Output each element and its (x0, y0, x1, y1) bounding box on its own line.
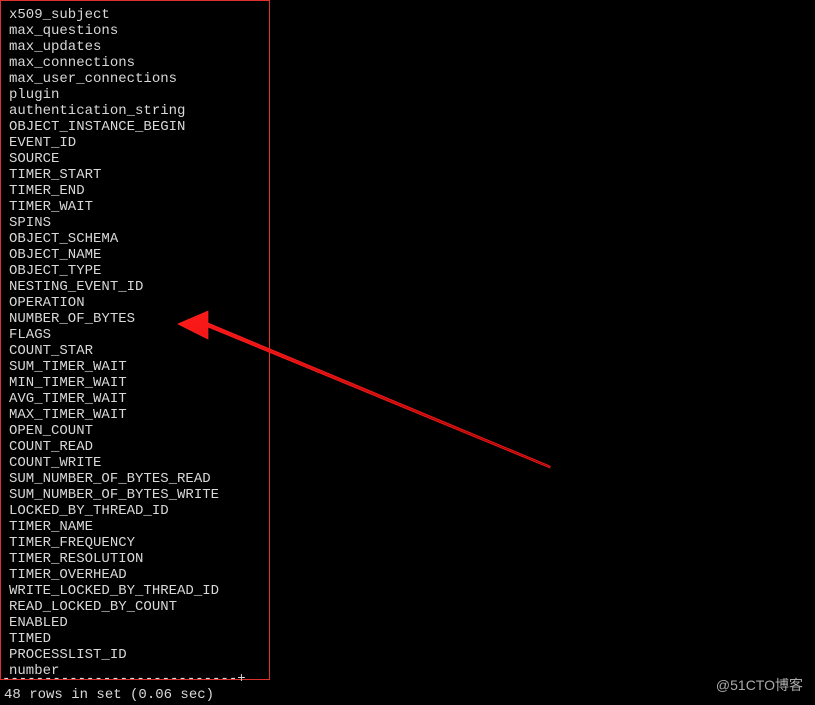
column-name: ENABLED (9, 615, 261, 631)
query-status: 48 rows in set (0.06 sec) (0, 685, 218, 705)
column-name: plugin (9, 87, 261, 103)
column-name: SUM_NUMBER_OF_BYTES_WRITE (9, 487, 261, 503)
column-name: OBJECT_NAME (9, 247, 261, 263)
column-name: NUMBER_OF_BYTES (9, 311, 261, 327)
column-name: TIMER_RESOLUTION (9, 551, 261, 567)
column-name: authentication_string (9, 103, 261, 119)
column-name: TIMER_NAME (9, 519, 261, 535)
watermark-label: @51CTO博客 (716, 675, 803, 695)
column-name: NESTING_EVENT_ID (9, 279, 261, 295)
column-name: max_connections (9, 55, 261, 71)
column-name: MIN_TIMER_WAIT (9, 375, 261, 391)
column-name: READ_LOCKED_BY_COUNT (9, 599, 261, 615)
column-name: SUM_NUMBER_OF_BYTES_READ (9, 471, 261, 487)
column-name: OPERATION (9, 295, 261, 311)
column-name: FLAGS (9, 327, 261, 343)
column-name: SUM_TIMER_WAIT (9, 359, 261, 375)
column-name: TIMER_OVERHEAD (9, 567, 261, 583)
column-name: max_questions (9, 23, 261, 39)
column-name: OBJECT_TYPE (9, 263, 261, 279)
column-name: max_updates (9, 39, 261, 55)
column-name: AVG_TIMER_WAIT (9, 391, 261, 407)
column-name: WRITE_LOCKED_BY_THREAD_ID (9, 583, 261, 599)
column-name: TIMER_FREQUENCY (9, 535, 261, 551)
column-name: SPINS (9, 215, 261, 231)
column-name: COUNT_READ (9, 439, 261, 455)
column-name: x509_subject (9, 7, 261, 23)
column-name: TIMER_START (9, 167, 261, 183)
column-name: OBJECT_INSTANCE_BEGIN (9, 119, 261, 135)
column-name: OPEN_COUNT (9, 423, 261, 439)
column-name: MAX_TIMER_WAIT (9, 407, 261, 423)
column-name: SOURCE (9, 151, 261, 167)
column-name: TIMED (9, 631, 261, 647)
column-name: OBJECT_SCHEMA (9, 231, 261, 247)
column-name: TIMER_WAIT (9, 199, 261, 215)
terminal-column-list: x509_subjectmax_questionsmax_updatesmax_… (0, 0, 270, 680)
column-name: EVENT_ID (9, 135, 261, 151)
column-name: COUNT_WRITE (9, 455, 261, 471)
column-name: PROCESSLIST_ID (9, 647, 261, 663)
column-name: COUNT_STAR (9, 343, 261, 359)
column-name: TIMER_END (9, 183, 261, 199)
column-name: LOCKED_BY_THREAD_ID (9, 503, 261, 519)
column-name: max_user_connections (9, 71, 261, 87)
